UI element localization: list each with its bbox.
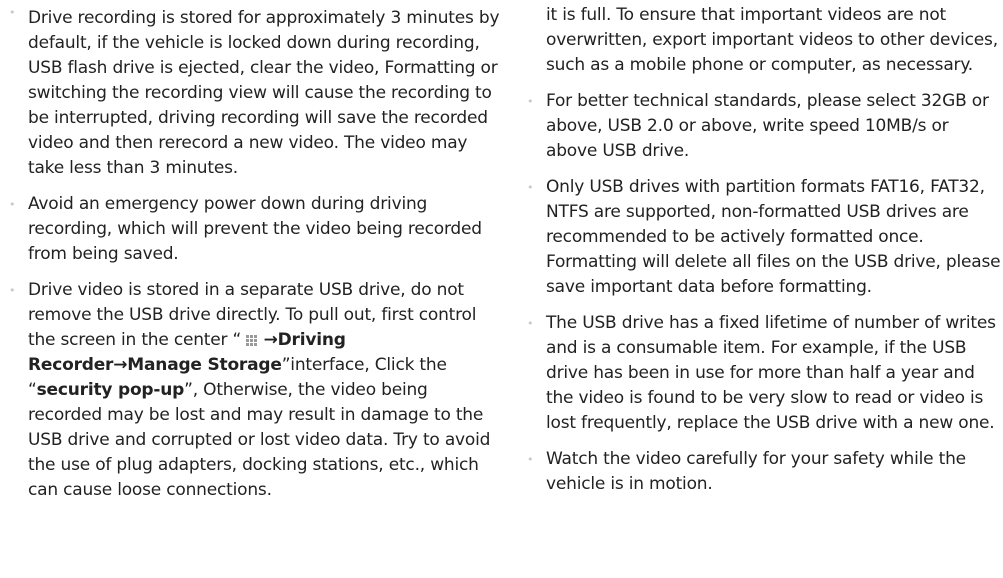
list-item-text: Watch the video carefully for your safet…: [546, 449, 966, 494]
bullet-icon: •: [527, 95, 534, 108]
bullet-icon: •: [9, 284, 16, 297]
arrow-glyph: →: [113, 355, 128, 375]
bullet-icon: •: [527, 453, 534, 466]
list-item: • Drive recording is stored for approxim…: [0, 0, 500, 181]
list-item: • Only USB drives with partition formats…: [518, 175, 1003, 300]
security-popup-label: security pop-up: [36, 380, 185, 400]
bullet-icon: •: [9, 198, 16, 211]
arrow-glyph: →: [263, 330, 278, 350]
list-item-text: Drive recording is stored for approximat…: [28, 8, 500, 178]
list-item-text: recorded in a loop, overwriting the olde…: [546, 5, 998, 75]
list-item: • For better technical standards, please…: [518, 89, 1003, 164]
list-item-text: Only USB drives with partition formats F…: [546, 177, 1001, 297]
list-item-continuation: recorded in a loop, overwriting the olde…: [518, 0, 1003, 78]
grid-menu-icon: [246, 334, 259, 346]
list-item: • Drive video is stored in a separate US…: [0, 278, 500, 503]
list-item-text: For better technical standards, please s…: [546, 91, 989, 161]
right-bullet-list: recorded in a loop, overwriting the olde…: [518, 0, 1003, 497]
bullet-icon: •: [527, 317, 534, 330]
left-column: • Drive recording is stored for approxim…: [0, 0, 500, 514]
menu-path-manage-storage: Manage Storage: [127, 355, 282, 375]
right-column: recorded in a loop, overwriting the olde…: [518, 0, 1003, 508]
bullet-icon: •: [527, 181, 534, 194]
list-item-text: The USB drive has a fixed lifetime of nu…: [546, 313, 996, 433]
list-item: • Watch the video carefully for your saf…: [518, 447, 1003, 497]
bullet-icon: •: [9, 6, 16, 19]
list-item: • Avoid an emergency power down during d…: [0, 192, 500, 267]
list-item: • The USB drive has a fixed lifetime of …: [518, 311, 1003, 436]
left-bullet-list: • Drive recording is stored for approxim…: [0, 0, 500, 503]
list-item-text: Avoid an emergency power down during dri…: [28, 194, 482, 264]
